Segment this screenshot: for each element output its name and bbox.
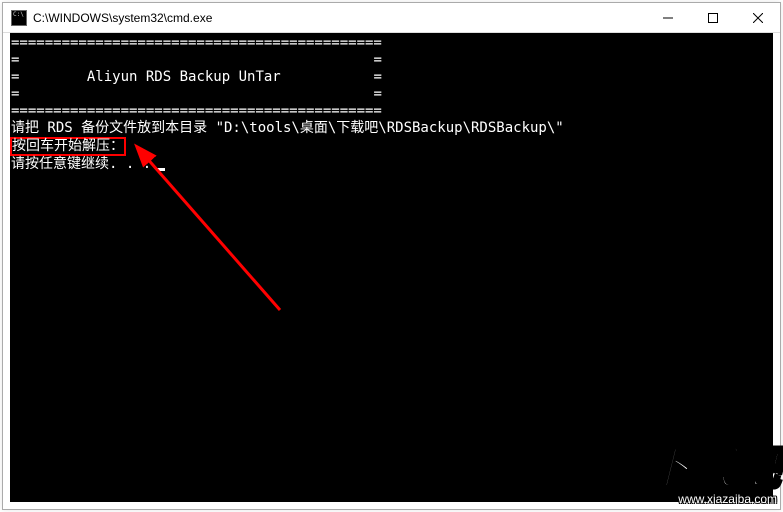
highlighted-text: 按回车开始解压： (10, 137, 126, 156)
minimize-button[interactable] (645, 3, 690, 32)
console-banner-title-row: = Aliyun RDS Backup UnTar = (11, 69, 773, 86)
window-title: C:\WINDOWS\system32\cmd.exe (33, 11, 645, 25)
close-button[interactable] (735, 3, 780, 32)
console-instruction: 请把 RDS 备份文件放到本目录 "D:\tools\桌面\下载吧\RDSBac… (11, 120, 773, 137)
banner-title: Aliyun RDS Backup UnTar (87, 69, 281, 85)
console-output[interactable]: ========================================… (10, 33, 773, 502)
console-divider: ========================================… (11, 103, 773, 120)
window-controls (645, 3, 780, 32)
maximize-button[interactable] (690, 3, 735, 32)
console-divider: ========================================… (11, 35, 773, 52)
console-prompt-line: 按回车开始解压： (11, 137, 773, 156)
console-banner-row: = = (11, 86, 773, 103)
cursor (157, 168, 165, 171)
console-banner-row: = = (11, 52, 773, 69)
titlebar[interactable]: C:\WINDOWS\system32\cmd.exe (3, 3, 780, 33)
console-continue-line: 请按任意键继续. . . (11, 156, 773, 173)
cmd-window: C:\WINDOWS\system32\cmd.exe ============… (2, 2, 781, 510)
cmd-icon (11, 10, 27, 26)
